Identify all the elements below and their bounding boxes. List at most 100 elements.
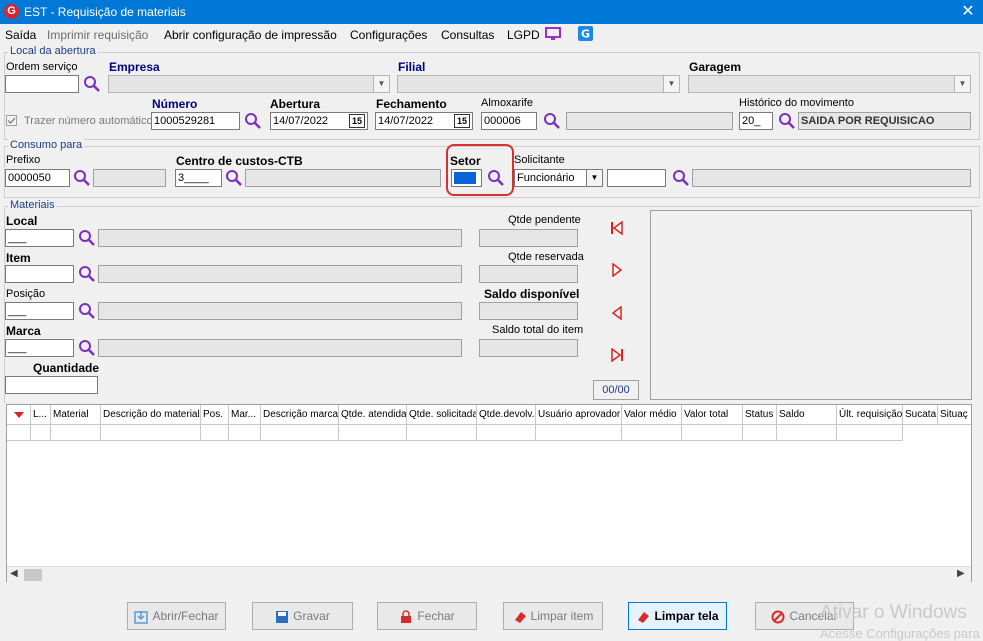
search-icon[interactable] [778,112,796,130]
table-cell[interactable] [201,425,229,441]
first-record-icon[interactable] [610,221,624,235]
almoxarife-input[interactable]: 000006 [481,112,537,130]
grid-header[interactable]: Últ. requisição [837,405,903,425]
chevron-down-icon: ▼ [954,76,970,92]
last-record-icon[interactable] [610,348,624,362]
grid-header[interactable]: Status [743,405,777,425]
search-icon[interactable] [78,302,96,320]
solicitante-select[interactable]: Funcionário ▼ [514,169,603,187]
horizontal-scrollbar[interactable]: ◀ ▶ [7,566,971,583]
solicitante-name-field [692,169,971,187]
empresa-select[interactable]: ▼ [108,75,390,93]
grid-header[interactable]: Descrição marca [261,405,339,425]
windows-activation-subtext: Acesse Configurações para [820,626,980,641]
menu-lgpd[interactable]: LGPD [507,28,540,42]
grid-header[interactable]: Material [51,405,101,425]
table-cell[interactable] [743,425,777,441]
prefixo-label: Prefixo [6,154,41,166]
table-cell[interactable] [31,425,51,441]
filial-select[interactable]: ▼ [397,75,680,93]
scroll-right-icon[interactable]: ▶ [957,568,965,579]
numero-input[interactable]: 1000529281 [151,112,240,130]
menu-saida[interactable]: Saída [5,28,36,42]
calendar-icon[interactable]: 15 [349,114,365,128]
scroll-thumb[interactable] [24,569,42,581]
grid-header[interactable]: Sucata [903,405,938,425]
search-icon[interactable] [543,112,561,130]
table-cell[interactable] [261,425,339,441]
menu-consultas[interactable]: Consultas [441,28,494,42]
table-cell[interactable] [229,425,261,441]
table-cell[interactable] [536,425,622,441]
grid-row-indicator [7,425,31,441]
search-icon[interactable] [78,229,96,247]
menu-configuracoes[interactable]: Configurações [350,28,427,42]
table-cell[interactable] [837,425,903,441]
grid-header[interactable]: Qtde.devolv. [477,405,536,425]
app-g-icon[interactable]: G [578,26,593,41]
posicao-input[interactable]: ___ [5,302,74,320]
fechar-button[interactable]: Fechar [377,602,477,630]
setor-input[interactable] [451,169,482,187]
materials-grid[interactable]: L... Material Descrição do material Pos.… [6,404,972,582]
scroll-left-icon[interactable]: ◀ [10,568,18,579]
centro-custos-input[interactable]: 3____ [175,169,222,187]
prefixo-input[interactable]: 0000050 [5,169,70,187]
table-cell[interactable] [477,425,536,441]
calendar-icon[interactable]: 15 [454,114,470,128]
close-icon[interactable]: ✕ [958,2,978,22]
grid-header[interactable]: Valor total [682,405,743,425]
empresa-label: Empresa [109,60,160,74]
gravar-button[interactable]: Gravar [252,602,353,630]
search-icon[interactable] [244,112,262,130]
next-record-icon[interactable] [610,263,624,277]
table-cell[interactable] [777,425,837,441]
local-input[interactable]: ___ [5,229,74,247]
limpar-item-button[interactable]: Limpar item [503,602,603,630]
filial-label: Filial [398,60,426,74]
grid-header[interactable]: Pos. [201,405,229,425]
table-cell[interactable] [101,425,201,441]
almoxarife-name-field [566,112,733,130]
table-cell[interactable] [622,425,682,441]
solicitante-code-input[interactable] [607,169,666,187]
trazer-numero-checkbox[interactable] [6,115,17,126]
table-cell[interactable] [407,425,477,441]
search-icon[interactable] [73,169,91,187]
local-desc-field [98,229,462,247]
menu-abrir-configuracao[interactable]: Abrir configuração de impressão [164,28,337,42]
grid-header[interactable]: Qtde. solicitada [407,405,477,425]
limpar-tela-button[interactable]: Limpar tela [628,602,727,630]
ordem-servico-input[interactable] [5,75,79,93]
grid-header[interactable]: Valor médio [622,405,682,425]
quantidade-input[interactable] [5,376,98,394]
table-cell[interactable] [339,425,407,441]
monitor-icon[interactable] [545,27,561,41]
grid-header[interactable]: Descrição do material [101,405,201,425]
search-icon[interactable] [487,169,505,187]
local-abertura-group-label: Local da abertura [8,45,98,57]
grid-header[interactable]: Situaç [938,405,971,425]
search-icon[interactable] [78,265,96,283]
search-icon[interactable] [78,339,96,357]
grid-header[interactable]: Saldo [777,405,837,425]
grid-header[interactable]: Usuário aprovador [536,405,622,425]
search-icon[interactable] [225,169,243,187]
grid-header[interactable]: L... [31,405,51,425]
item-input[interactable] [5,265,74,283]
marca-input[interactable]: ___ [5,339,74,357]
grid-sort-indicator[interactable] [7,405,31,425]
table-cell[interactable] [682,425,743,441]
grid-header[interactable]: Mar... [229,405,261,425]
abrir-fechar-button[interactable]: Abrir/Fechar [127,602,226,630]
historico-code-input[interactable]: 20_ [739,112,773,130]
table-cell[interactable] [51,425,101,441]
search-icon[interactable] [672,169,690,187]
garagem-select[interactable]: ▼ [688,75,971,93]
eraser-icon [638,611,650,623]
menu-imprimir-requisicao[interactable]: Imprimir requisição [47,28,148,42]
previous-record-icon[interactable] [610,306,624,320]
grid-header[interactable]: Qtde. atendida [339,405,407,425]
search-icon[interactable] [83,75,101,93]
save-icon [276,610,289,623]
